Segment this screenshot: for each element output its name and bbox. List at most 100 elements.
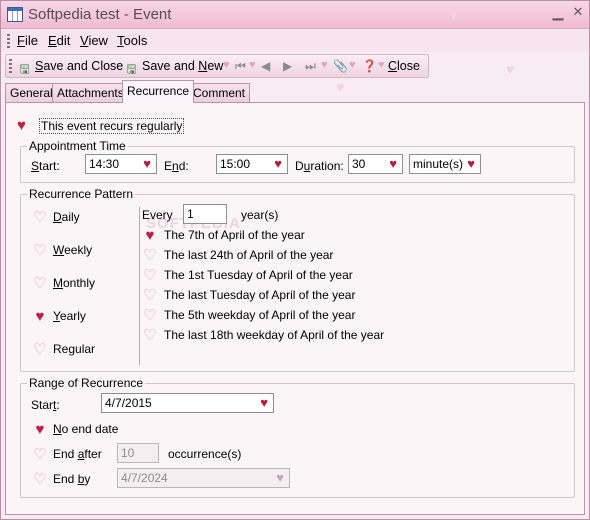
weekly-radio-icon[interactable]: ♡ — [32, 243, 48, 258]
appointment-time-title: Appointment Time — [27, 139, 128, 153]
range-of-recurrence-group: Range of Recurrence Start: 4/7/2015 ♥ ♥ N… — [20, 376, 575, 498]
regular-label[interactable]: Regular — [53, 342, 95, 356]
range-title: Range of Recurrence — [27, 376, 146, 390]
daily-label[interactable]: Daily — [53, 210, 80, 224]
appointment-time-group: Appointment Time Start: 14:30 ♥ End: 15:0… — [20, 139, 575, 183]
separator-heart-icon: ♥ — [223, 59, 230, 71]
event-window: Softpedia test - Event ▁ ✕ File Edit Vie… — [0, 0, 590, 520]
recurrence-pattern-group: Recurrence Pattern ♡ Daily ♡ Weekly ♡ Mo… — [20, 187, 575, 372]
no-end-date-radio-icon[interactable]: ♥ — [32, 422, 48, 437]
end-by-label[interactable]: End by — [53, 472, 90, 486]
every-input[interactable]: 1 — [183, 204, 227, 224]
recurrence-panel: SOFTPEDIA ♥ This event recurs regularly … — [5, 102, 585, 515]
tab-comment[interactable]: Comment — [188, 83, 251, 102]
yearly-option-3[interactable]: The 1st Tuesday of April of the year — [164, 268, 353, 282]
weekly-label[interactable]: Weekly — [53, 243, 92, 257]
last-record-icon[interactable]: ⏭ — [305, 59, 316, 74]
menu-file[interactable]: File — [17, 33, 38, 48]
first-record-icon[interactable]: ⏮ — [235, 59, 246, 74]
yearly-label[interactable]: Yearly — [53, 309, 86, 323]
close-button[interactable]: Close — [388, 59, 420, 73]
monthly-label[interactable]: Monthly — [53, 276, 95, 290]
background-heart-icon: ♥ — [449, 7, 458, 23]
yearly-option-4[interactable]: The last Tuesday of April of the year — [164, 288, 355, 302]
end-after-label[interactable]: End after — [53, 447, 102, 461]
duration-unit-combo[interactable]: minute(s) ♥ — [409, 154, 481, 174]
separator-heart-icon: ♥ — [249, 59, 256, 71]
option-radio-icon[interactable]: ♡ — [142, 268, 158, 283]
menu-tools[interactable]: Tools — [117, 33, 147, 48]
start-time-combo[interactable]: 14:30 ♥ — [85, 154, 157, 174]
start-time-label: Start: — [31, 159, 60, 173]
duration-combo[interactable]: 30 ♥ — [348, 154, 403, 174]
yearly-option-6[interactable]: The last 18th weekday of April of the ye… — [164, 328, 384, 342]
start-time-value: 14:30 — [89, 157, 120, 171]
minimize-icon[interactable]: ▁ — [549, 3, 567, 21]
yearly-radio-icon[interactable]: ♥ — [32, 309, 48, 324]
dropdown-heart-icon[interactable]: ♥ — [467, 156, 475, 171]
separator-heart-icon: ♥ — [321, 59, 328, 71]
monthly-radio-icon[interactable]: ♡ — [32, 276, 48, 291]
option-radio-icon[interactable]: ♥ — [142, 228, 158, 243]
save-new-icon: 🖫 — [126, 62, 137, 76]
end-after-radio-icon[interactable]: ♡ — [32, 447, 48, 462]
dropdown-heart-icon[interactable]: ♥ — [389, 156, 397, 171]
option-radio-icon[interactable]: ♡ — [142, 288, 158, 303]
range-start-label: Start: — [31, 398, 60, 412]
recurs-regularly-label[interactable]: This event recurs regularly — [39, 118, 185, 134]
option-radio-icon[interactable]: ♡ — [142, 328, 158, 343]
background-heart-icon: ♥ — [336, 79, 345, 95]
dropdown-heart-icon[interactable]: ♥ — [274, 156, 282, 171]
calendar-app-icon — [7, 7, 23, 22]
duration-label: Duration: — [295, 159, 344, 173]
menu-grip[interactable] — [7, 34, 10, 48]
close-window-icon[interactable]: ✕ — [569, 3, 587, 21]
toolbar-grip[interactable] — [9, 59, 12, 73]
end-time-label: End: — [164, 159, 189, 173]
tab-general[interactable]: General — [5, 83, 58, 102]
tab-recurrence[interactable]: Recurrence — [122, 80, 195, 103]
end-by-value: 4/7/2024 — [121, 471, 168, 485]
save-and-close-button[interactable]: 🖫 Save and Close — [17, 59, 123, 76]
every-unit-label: year(s) — [241, 208, 279, 222]
end-time-combo[interactable]: 15:00 ♥ — [216, 154, 288, 174]
dropdown-heart-icon[interactable]: ♥ — [276, 470, 284, 485]
toolbar: 🖫 Save and Close 🖫 Save and New ♥ ⏮ ♥ ◀ ▶ … — [5, 54, 429, 78]
attachment-paperclip-icon[interactable]: 📎 — [333, 59, 348, 73]
end-after-input[interactable]: 10 — [117, 443, 159, 463]
previous-record-icon[interactable]: ◀ — [261, 59, 270, 73]
daily-radio-icon[interactable]: ♡ — [32, 210, 48, 225]
recurs-checkbox-icon[interactable]: ♥ — [17, 117, 26, 134]
menu-edit[interactable]: Edit — [48, 33, 70, 48]
dropdown-heart-icon[interactable]: ♥ — [143, 156, 151, 171]
end-by-radio-icon[interactable]: ♡ — [32, 472, 48, 487]
yearly-option-1[interactable]: The 7th of April of the year — [164, 228, 305, 242]
separator-heart-icon: ♥ — [378, 59, 385, 71]
separator-heart-icon: ♥ — [349, 59, 356, 71]
help-icon[interactable]: ❓ — [362, 59, 377, 73]
title-bar[interactable]: Softpedia test - Event ▁ ✕ — [1, 1, 589, 29]
duration-unit-value: minute(s) — [413, 157, 464, 171]
yearly-option-2[interactable]: The last 24th of April of the year — [164, 248, 333, 262]
yearly-option-5[interactable]: The 5th weekday of April of the year — [164, 308, 355, 322]
end-by-combo[interactable]: 4/7/2024 ♥ — [117, 468, 290, 488]
save-close-icon: 🖫 — [19, 62, 30, 76]
option-radio-icon[interactable]: ♡ — [142, 308, 158, 323]
option-radio-icon[interactable]: ♡ — [142, 248, 158, 263]
menu-bar: File Edit View Tools — [1, 30, 589, 52]
no-end-date-label[interactable]: No end date — [53, 422, 118, 436]
background-heart-icon: ♥ — [506, 61, 515, 77]
next-record-icon[interactable]: ▶ — [283, 59, 292, 73]
tab-attachments[interactable]: Attachments — [52, 83, 129, 102]
menu-view[interactable]: View — [80, 33, 108, 48]
end-time-value: 15:00 — [220, 157, 251, 171]
occurrences-label: occurrence(s) — [168, 447, 242, 461]
save-and-new-button[interactable]: 🖫 Save and New — [124, 59, 223, 76]
every-label: Every — [142, 208, 173, 222]
window-title: Softpedia test - Event — [28, 6, 172, 23]
dropdown-heart-icon[interactable]: ♥ — [260, 395, 268, 410]
regular-radio-icon[interactable]: ♡ — [32, 342, 48, 357]
range-start-combo[interactable]: 4/7/2015 ♥ — [101, 393, 274, 413]
recurrence-pattern-title: Recurrence Pattern — [27, 187, 136, 201]
duration-value: 30 — [352, 157, 366, 171]
